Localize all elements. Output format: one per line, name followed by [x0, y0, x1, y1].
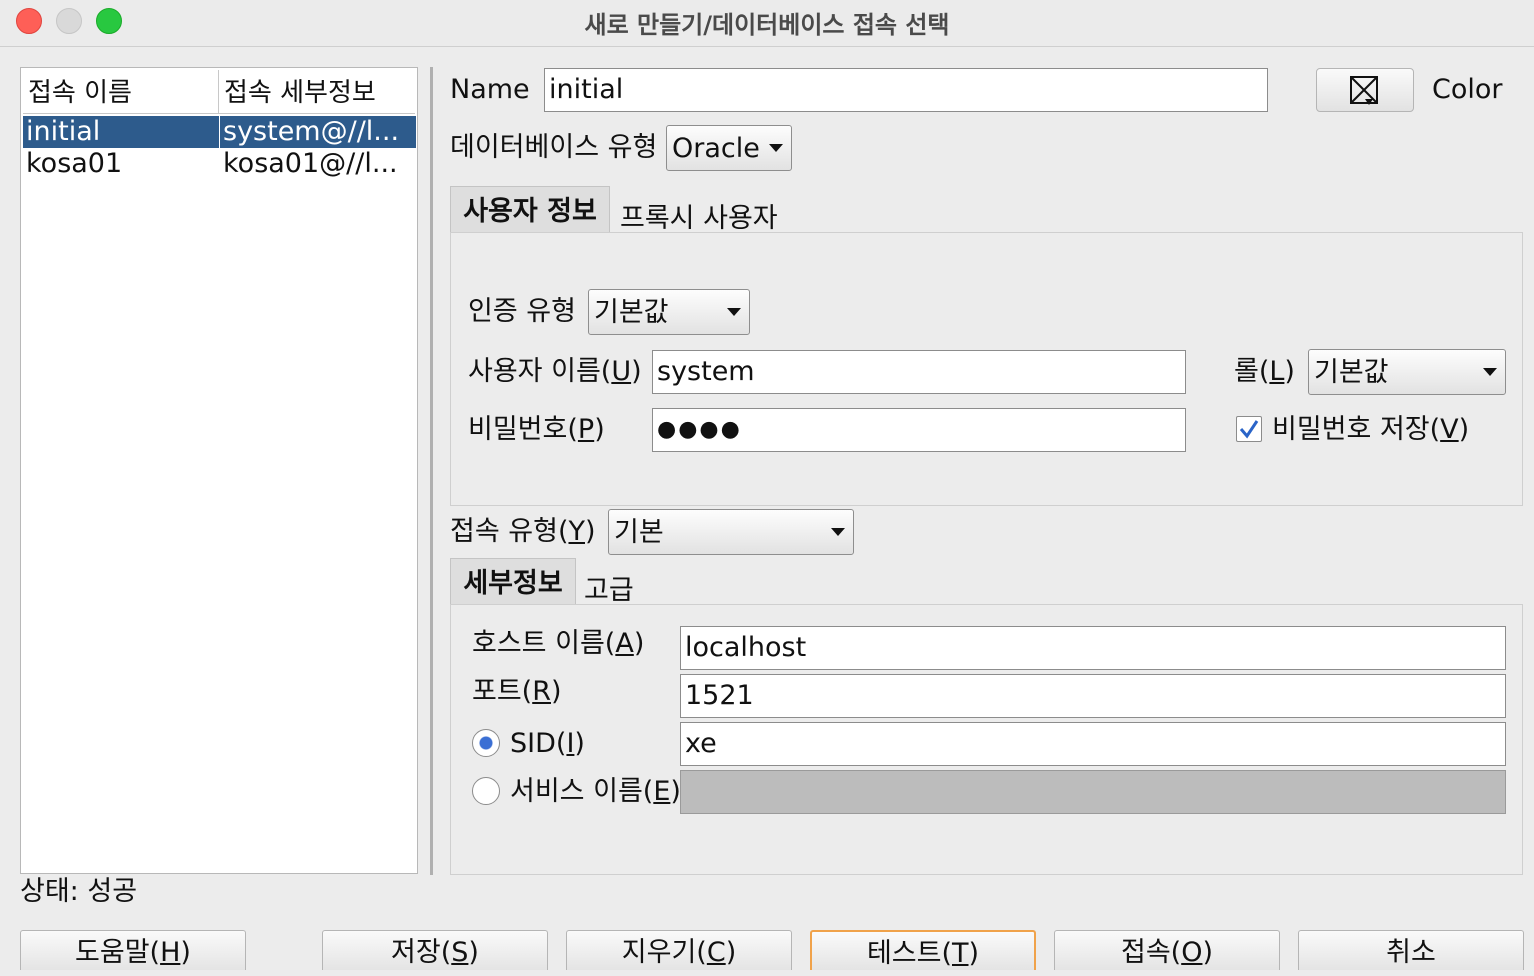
- sid-label[interactable]: SID(I): [510, 728, 585, 760]
- database-type-select[interactable]: Oracle: [666, 125, 792, 171]
- auth-type-value: 기본값: [594, 297, 669, 328]
- tab-details[interactable]: 세부정보: [450, 558, 576, 608]
- chevron-down-icon: [831, 528, 845, 536]
- connection-list[interactable]: 접속 이름 접속 세부정보 initial system@//l... kosa…: [20, 67, 418, 874]
- service-name-label[interactable]: 서비스 이름(E): [510, 776, 681, 808]
- test-button[interactable]: 테스트(T): [810, 930, 1036, 970]
- column-header-connection-details[interactable]: 접속 세부정보: [219, 70, 415, 114]
- title-bar: 새로 만들기/데이터베이스 접속 선택: [0, 0, 1534, 47]
- username-input[interactable]: system: [652, 350, 1186, 394]
- color-label: Color: [1432, 74, 1503, 105]
- color-picker-button[interactable]: [1316, 68, 1414, 112]
- column-header-connection-name[interactable]: 접속 이름: [23, 70, 219, 114]
- username-label: 사용자 이름(U): [468, 356, 642, 387]
- sid-input[interactable]: xe: [680, 722, 1506, 766]
- save-password-label[interactable]: 비밀번호 저장(V): [1272, 414, 1469, 446]
- name-label: Name: [450, 74, 530, 105]
- clear-button[interactable]: 지우기(C): [566, 930, 792, 970]
- save-button[interactable]: 저장(S): [322, 930, 548, 970]
- connection-details-cell[interactable]: kosa01@//l...: [220, 148, 416, 180]
- chevron-down-icon: [727, 308, 741, 316]
- tab-user-info[interactable]: 사용자 정보: [450, 186, 610, 236]
- password-label: 비밀번호(P): [468, 414, 605, 445]
- connection-type-select[interactable]: 기본: [608, 509, 854, 555]
- password-input[interactable]: ●●●●: [652, 408, 1186, 452]
- port-input[interactable]: 1521: [680, 674, 1506, 718]
- split-pane-divider[interactable]: [430, 67, 433, 875]
- connection-details-cell[interactable]: system@//l...: [220, 116, 416, 148]
- role-label: 롤(L): [1234, 356, 1295, 387]
- port-label: 포트(R): [472, 676, 562, 707]
- database-type-value: Oracle: [672, 133, 760, 164]
- tab-proxy-user[interactable]: 프록시 사용자: [620, 196, 778, 235]
- sid-radio[interactable]: [472, 729, 500, 757]
- hostname-label: 호스트 이름(A): [472, 628, 645, 659]
- color-swatch-icon: [1350, 76, 1378, 105]
- connection-name-cell[interactable]: initial: [23, 116, 219, 148]
- cancel-button[interactable]: 취소: [1298, 930, 1524, 970]
- database-type-label: 데이터베이스 유형: [450, 132, 658, 163]
- help-button[interactable]: 도움말(H): [20, 930, 246, 970]
- tab-advanced[interactable]: 고급: [584, 568, 634, 607]
- connect-button[interactable]: 접속(O): [1054, 930, 1280, 970]
- auth-type-select[interactable]: 기본값: [588, 289, 750, 335]
- connection-type-label: 접속 유형(Y): [450, 516, 596, 547]
- name-input[interactable]: initial: [544, 68, 1268, 112]
- hostname-input[interactable]: localhost: [680, 626, 1506, 670]
- service-name-radio[interactable]: [472, 777, 500, 805]
- role-select[interactable]: 기본값: [1308, 349, 1506, 395]
- auth-type-label: 인증 유형: [468, 296, 576, 327]
- connection-type-value: 기본: [614, 517, 664, 548]
- status-text: 상태: 성공: [20, 876, 138, 907]
- connection-name-cell[interactable]: kosa01: [23, 148, 219, 180]
- save-password-checkbox[interactable]: [1236, 416, 1262, 442]
- window-title: 새로 만들기/데이터베이스 접속 선택: [584, 11, 950, 39]
- role-value: 기본값: [1314, 357, 1389, 388]
- chevron-down-icon: [769, 144, 783, 152]
- service-name-input: [680, 770, 1506, 814]
- checkmark-icon: [1239, 420, 1259, 439]
- chevron-down-icon: [1483, 368, 1497, 376]
